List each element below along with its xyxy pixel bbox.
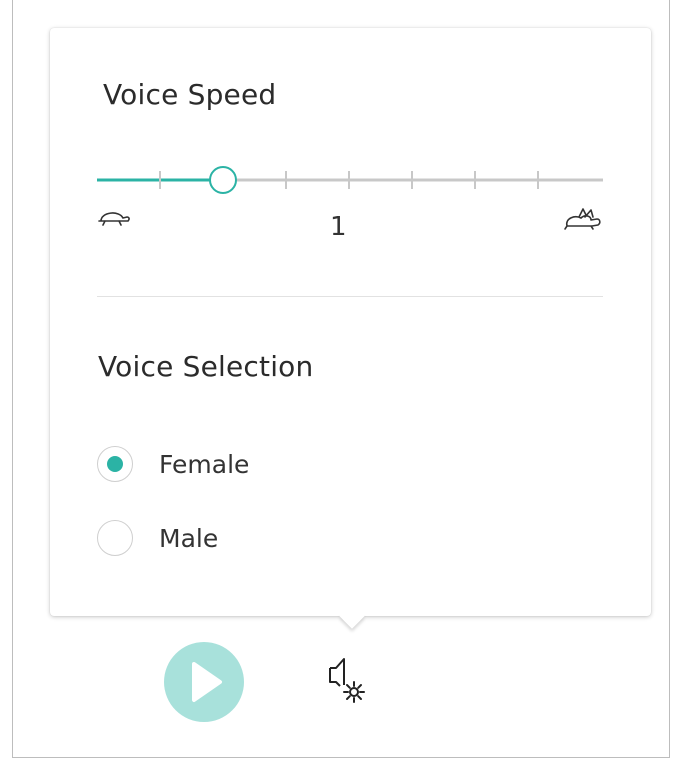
female-label: Female <box>159 449 250 479</box>
slider-thumb[interactable] <box>209 166 237 194</box>
play-button[interactable] <box>164 642 244 722</box>
voice-speed-slider[interactable] <box>97 160 603 200</box>
male-radio[interactable] <box>97 520 133 556</box>
play-icon <box>192 662 222 702</box>
voice-selection-title: Voice Selection <box>98 350 314 383</box>
rabbit-icon <box>561 206 603 238</box>
voice-settings-icon <box>329 658 365 703</box>
turtle-icon <box>97 208 131 232</box>
female-radio[interactable] <box>97 446 133 482</box>
voice-option-male[interactable]: Male <box>97 518 218 558</box>
voice-option-female[interactable]: Female <box>97 444 249 484</box>
voice-settings-button[interactable] <box>322 652 374 704</box>
male-label: Male <box>159 523 219 553</box>
speed-value: 1 <box>330 212 347 242</box>
slider-track[interactable] <box>97 160 603 200</box>
section-divider <box>97 296 603 297</box>
voice-speed-title: Voice Speed <box>103 78 277 111</box>
